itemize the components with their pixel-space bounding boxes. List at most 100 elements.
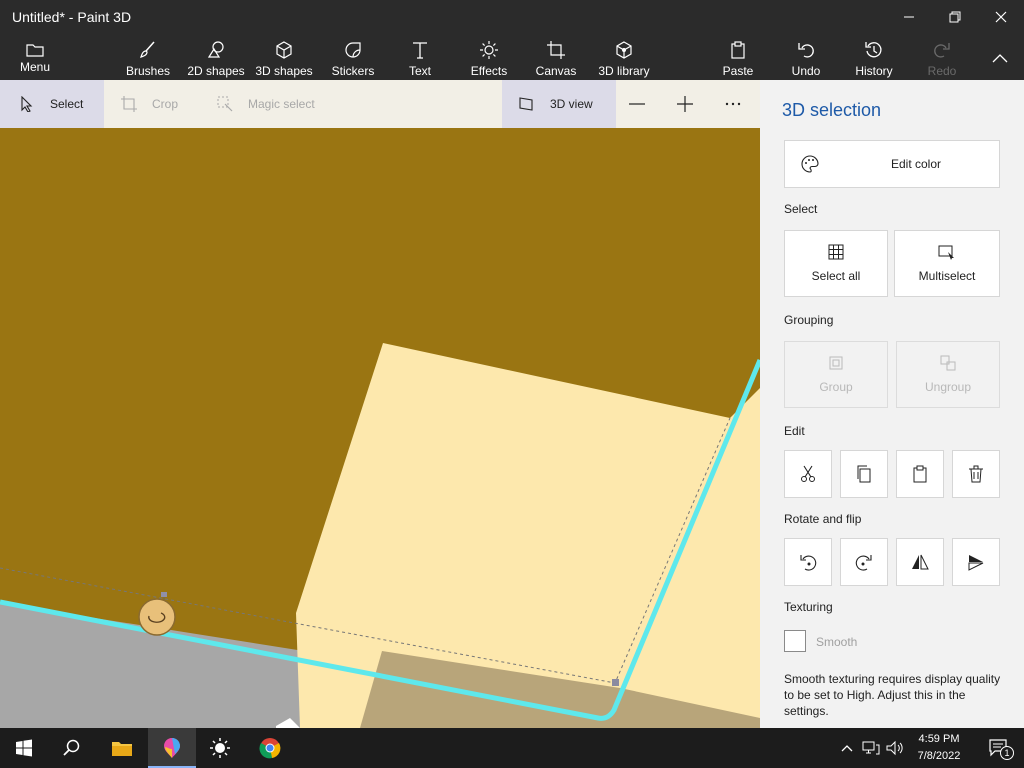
texturing-section-label: Texturing [784,600,833,614]
redo-button[interactable]: Redo [922,34,962,80]
folder-icon [112,742,132,756]
stickers-button[interactable]: Stickers [326,34,380,80]
effects-button[interactable]: Effects [464,34,514,80]
restore-icon [949,11,961,23]
plus-icon [677,96,693,112]
search-icon [63,739,80,756]
collapse-ribbon-button[interactable] [984,34,1016,80]
3d-shapes-button[interactable]: 3D shapes [254,34,314,80]
paste-panel-button[interactable] [896,450,944,498]
select-section-label: Select [784,202,818,216]
select-all-icon [828,244,844,263]
sticker-icon [345,42,361,58]
edit-color-button[interactable]: Edit color [784,140,1000,188]
volume-button[interactable] [884,728,906,768]
magic-select-button[interactable]: Magic select [214,80,334,128]
ungroup-button[interactable]: Ungroup [896,341,1000,408]
cube-icon [276,41,292,59]
select-tool-button[interactable]: Select [0,80,104,128]
folder-icon [26,44,44,57]
rotate-right-icon [855,555,872,571]
palette-icon [801,155,819,176]
minimize-icon [904,16,914,18]
3d-selection-panel: 3D selection Edit color Select Select al… [760,80,1024,728]
multiselect-button[interactable]: Multiselect [894,230,1000,297]
drawing-canvas[interactable] [0,128,760,728]
taskbar: 4:59 PM 7/8/2022 1 [0,728,1024,768]
start-button[interactable] [0,728,48,768]
close-icon [995,11,1007,23]
minimize-button[interactable] [886,0,932,34]
flip-vertical-icon [968,555,984,571]
scissors-icon [801,465,815,482]
canvas-scene [0,128,760,728]
rotate-left-button[interactable] [784,538,832,586]
flip-horizontal-button[interactable] [896,538,944,586]
2d-shapes-icon [207,41,224,58]
flip-vertical-button[interactable] [952,538,1000,586]
paint-3d-icon [164,738,180,758]
zoom-in-button[interactable] [676,80,700,128]
multiselect-icon [938,244,956,263]
copy-icon [857,465,871,483]
smooth-checkbox[interactable] [784,630,806,652]
search-button[interactable] [48,728,96,768]
3d-library-icon [616,41,632,59]
grouping-section-label: Grouping [784,313,834,327]
crop-icon [121,96,137,112]
network-button[interactable] [860,728,882,768]
network-icon [862,741,880,755]
brush-icon [140,41,155,58]
edit-section-label: Edit [784,424,805,438]
paste-button[interactable]: Paste [718,34,758,80]
action-center-button[interactable]: 1 [980,728,1020,768]
chrome-icon [259,738,281,759]
show-hidden-icons-button[interactable] [836,728,858,768]
title-bar: Untitled* - Paint 3D [0,0,1024,34]
menu-button[interactable]: Menu [10,34,60,80]
history-button[interactable]: History [852,34,896,80]
canvas-crop-icon [547,41,565,59]
file-explorer-button[interactable] [98,728,146,768]
system-clock[interactable]: 4:59 PM 7/8/2022 [904,731,974,765]
paint-3d-taskbar-button[interactable] [148,728,196,768]
zoom-out-button[interactable] [628,80,652,128]
3d-library-button[interactable]: 3D library [596,34,652,80]
cursor-icon [21,96,33,112]
windows-logo-icon [16,739,32,757]
ungroup-icon [940,355,956,374]
rotate-left-icon [800,555,817,571]
cut-button[interactable] [784,450,832,498]
copy-button[interactable] [840,450,888,498]
restore-button[interactable] [932,0,978,34]
crop-tool-button[interactable]: Crop [118,80,200,128]
chrome-button[interactable] [246,728,294,768]
notification-badge: 1 [1000,746,1014,760]
group-button[interactable]: Group [784,341,888,408]
group-icon [828,355,844,374]
magic-select-icon [217,96,233,112]
close-button[interactable] [978,0,1024,34]
3d-view-button[interactable]: 3D view [502,80,616,128]
clock-time: 4:59 PM [918,733,960,745]
2d-shapes-button[interactable]: 2D shapes [186,34,246,80]
resize-handle[interactable] [612,679,619,686]
flip-horizontal-icon [912,554,929,570]
canvas-edge-highlight [276,718,300,728]
undo-button[interactable]: Undo [786,34,826,80]
select-all-button[interactable]: Select all [784,230,888,297]
brightness-app-button[interactable] [196,728,244,768]
rotate-right-button[interactable] [840,538,888,586]
minus-icon [629,103,645,105]
delete-button[interactable] [952,450,1000,498]
3d-view-icon [519,97,533,111]
redo-icon [934,43,950,58]
text-button[interactable]: Text [400,34,440,80]
tool-options-bar: Select Crop Magic select 3D view [0,80,760,128]
more-options-button[interactable] [724,80,748,128]
sun-icon [210,738,230,758]
paste-icon [913,465,927,483]
brushes-button[interactable]: Brushes [120,34,176,80]
canvas-button[interactable]: Canvas [532,34,580,80]
clock-date: 7/8/2022 [917,750,961,762]
